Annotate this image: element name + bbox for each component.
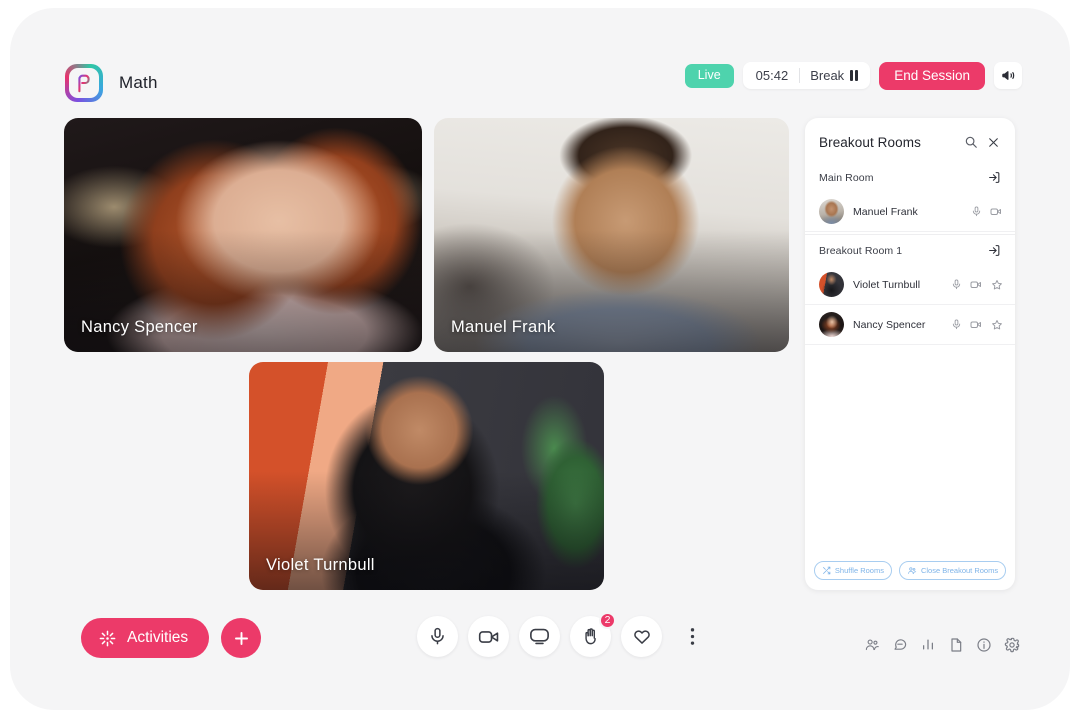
break-label: Break — [810, 68, 845, 84]
avatar — [819, 272, 844, 297]
heart-button[interactable] — [621, 616, 662, 657]
raised-hand-icon — [585, 628, 596, 645]
brand-block: Math — [65, 64, 158, 102]
file-icon[interactable] — [947, 636, 964, 653]
session-timer: 05:42 — [755, 68, 789, 84]
timer-break-group: 05:42 Break — [742, 62, 871, 90]
list-item[interactable]: Violet Turnbull — [805, 265, 1015, 305]
info-icon[interactable] — [975, 636, 992, 653]
top-bar: Math Live 05:42 Break End Session — [10, 56, 1070, 120]
more-options-button[interactable] — [672, 616, 713, 657]
room-name-label: Breakout Room 1 — [819, 244, 903, 257]
participant-name-label: Manuel Frank — [451, 318, 556, 336]
session-controls: Live 05:42 Break End Session — [684, 62, 1022, 90]
enter-room-icon[interactable] — [987, 170, 1002, 185]
room-header: Main Room — [805, 162, 1015, 192]
participant-name: Nancy Spencer — [853, 318, 926, 331]
search-icon[interactable] — [962, 133, 980, 151]
close-icon[interactable] — [984, 133, 1002, 151]
settings-gear-icon[interactable] — [1003, 636, 1020, 653]
star-icon[interactable] — [990, 318, 1003, 331]
end-session-button[interactable]: End Session — [879, 62, 985, 90]
video-off-icon[interactable] — [970, 318, 983, 331]
room-name-label: Main Room — [819, 171, 874, 184]
status-badge-hand-count: 2 — [599, 612, 616, 629]
app-window: Math Live 05:42 Break End Session Nancy … — [10, 8, 1070, 710]
people-icon[interactable] — [863, 636, 880, 653]
breakout-rooms-panel: Breakout Rooms Main Room Manuel Frank Br… — [805, 118, 1015, 590]
chat-icon[interactable] — [891, 636, 908, 653]
shuffle-icon — [822, 566, 831, 575]
video-tile[interactable]: Manuel Frank — [434, 118, 789, 352]
group-icon — [908, 567, 917, 574]
video-camera-button[interactable] — [468, 616, 509, 657]
microphone-button[interactable] — [417, 616, 458, 657]
participant-controls — [970, 205, 1003, 218]
page-title: Math — [119, 73, 158, 92]
sparkle-icon — [99, 630, 116, 646]
pause-icon — [850, 70, 859, 82]
close-breakout-rooms-label: Close Breakout Rooms — [920, 565, 999, 575]
participant-name-label: Nancy Spencer — [81, 318, 198, 336]
enter-room-icon[interactable] — [987, 243, 1002, 258]
pronto-logo-icon — [65, 64, 103, 102]
utility-icons — [863, 636, 1020, 653]
shuffle-rooms-button[interactable]: Shuffle Rooms — [813, 561, 892, 580]
video-tile[interactable]: Nancy Spencer — [64, 118, 422, 352]
add-button[interactable] — [221, 618, 262, 658]
panel-title: Breakout Rooms — [819, 134, 921, 150]
microphone-icon[interactable] — [970, 205, 983, 218]
more-options-icon — [690, 628, 695, 645]
video-off-icon[interactable] — [990, 205, 1003, 218]
room-group-main: Main Room Manuel Frank — [805, 162, 1015, 234]
raised-hand-button[interactable]: 2 — [570, 612, 616, 657]
screen-share-button[interactable] — [519, 616, 560, 657]
microphone-icon — [431, 627, 444, 645]
poll-icon[interactable] — [919, 636, 936, 653]
screen-share-icon — [530, 628, 549, 645]
close-breakout-rooms-button[interactable]: Close Breakout Rooms — [898, 561, 1007, 580]
plus-icon — [234, 631, 248, 645]
list-item[interactable]: Nancy Spencer — [805, 305, 1015, 345]
heart-icon — [633, 630, 650, 644]
participant-name: Manuel Frank — [853, 205, 918, 218]
megaphone-icon[interactable] — [994, 62, 1022, 90]
activities-group: Activities — [81, 618, 262, 658]
participant-name-label: Violet Turnbull — [266, 556, 375, 574]
activities-button[interactable]: Activities — [81, 618, 210, 658]
video-tile[interactable]: Violet Turnbull — [249, 362, 604, 590]
break-button[interactable]: Break — [800, 68, 868, 83]
shuffle-rooms-label: Shuffle Rooms — [834, 565, 884, 575]
video-camera-icon — [478, 630, 498, 643]
room-group-breakout-1: Breakout Room 1 Violet Turnbull Nancy Sp… — [805, 235, 1015, 347]
status-badge-live: Live — [684, 64, 734, 88]
participant-name: Violet Turnbull — [853, 278, 921, 291]
list-item[interactable]: Manuel Frank — [805, 192, 1015, 232]
participant-controls — [950, 318, 1003, 331]
media-controls: 2 — [417, 612, 713, 657]
activities-label: Activities — [127, 629, 189, 646]
panel-header: Breakout Rooms — [805, 118, 1015, 162]
microphone-icon[interactable] — [950, 318, 963, 331]
video-off-icon[interactable] — [970, 278, 983, 291]
panel-footer: Shuffle Rooms Close Breakout Rooms — [805, 561, 1015, 580]
star-icon[interactable] — [990, 278, 1003, 291]
microphone-icon[interactable] — [950, 278, 963, 291]
participant-controls — [950, 278, 1003, 291]
avatar — [819, 312, 844, 337]
avatar — [819, 199, 844, 224]
room-header: Breakout Room 1 — [805, 235, 1015, 265]
